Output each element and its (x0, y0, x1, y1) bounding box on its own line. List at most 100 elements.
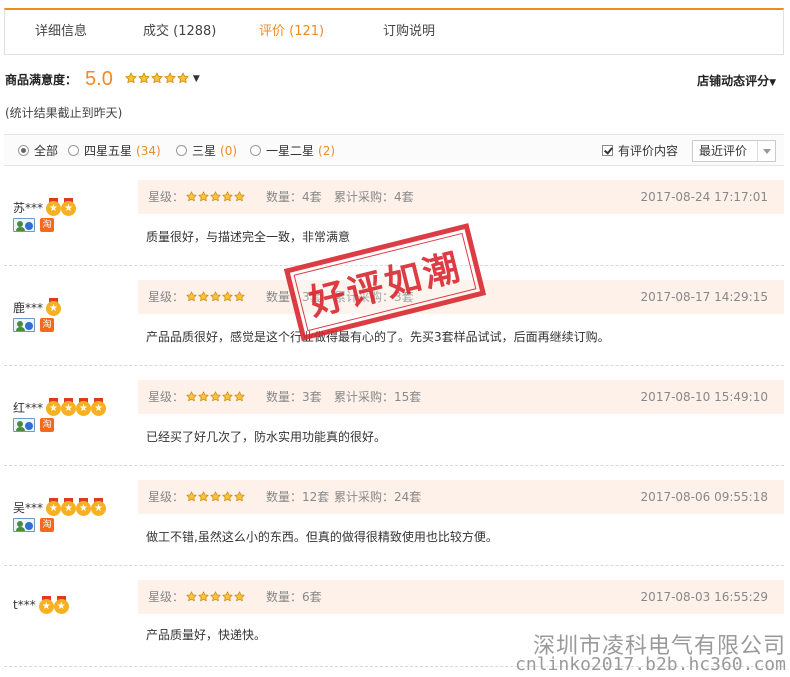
satisfaction-row: 商品满意度： 5.0 ▼ (5, 66, 200, 92)
buyer-level-medal-icon: ★ (76, 498, 92, 516)
tab-bar: 详细信息 成交 (1288) 评价 (121) 订购说明 (4, 8, 784, 55)
shop-rating-label: 店铺动态评分 (697, 74, 770, 88)
star-label: 星级： (148, 290, 185, 304)
buyer-level-medal-icon: ★ (46, 398, 62, 416)
verified-buyer-icon (13, 518, 35, 532)
filter-label: 三星 (192, 144, 217, 158)
filter-label: 四星五星 (84, 144, 133, 158)
review-content: 产品质量好，快递快。 (146, 628, 267, 642)
filter-count: (34) (136, 143, 161, 158)
star-icon (198, 291, 210, 305)
radio-selected-icon[interactable] (18, 145, 29, 156)
sort-label: 最近评价 (699, 144, 748, 158)
reviewer-name: 苏*** (13, 200, 44, 215)
taobao-icon: 淘 (40, 318, 54, 332)
reviewer: 吴*** ★ ★ ★ ★ 淘 (13, 498, 107, 532)
star-icon (234, 391, 246, 405)
review-total-purchase: 累计采购：15套 (334, 390, 422, 404)
star-icon (234, 291, 246, 305)
star-icon (234, 491, 246, 505)
has-content-label: 有评价内容 (618, 144, 679, 158)
star-icon (186, 191, 198, 205)
star-label: 星级： (148, 590, 185, 604)
star-icon (210, 591, 222, 605)
tab-details[interactable]: 详细信息 (35, 10, 87, 55)
star-icon (210, 391, 222, 405)
star-icon (186, 391, 198, 405)
filter-one-two-star[interactable]: 一星二星 (2) (250, 135, 335, 166)
star-icon (186, 591, 198, 605)
tab-transactions[interactable]: 成交 (1288) (143, 10, 216, 55)
review-total-purchase: 累计采购：24套 (334, 490, 422, 504)
filter-four-five-star[interactable]: 四星五星 (34) (68, 135, 161, 166)
star-icon (210, 491, 222, 505)
review-quantity: 数量：3套 (266, 390, 322, 404)
reviewer: 苏*** ★ ★ 淘 (13, 198, 77, 232)
review-stars (186, 491, 246, 505)
star-icon (186, 291, 198, 305)
filter-bar: 全部 四星五星 (34) 三星 (0) 一星二星 (2) 有评价内容 最近评价 (4, 134, 784, 166)
reviewer-name: 吴*** (13, 500, 44, 515)
caret-down-icon: ▼ (769, 78, 776, 88)
review-content: 产品品质很好，感觉是这个行业做得最有心的了。先买3套样品试试，后面再继续订购。 (146, 330, 610, 344)
satisfaction-stars (125, 72, 190, 87)
filter-three-star[interactable]: 三星 (0) (176, 135, 237, 166)
review-quantity: 数量：12套 (266, 490, 330, 504)
satisfaction-label: 商品满意度： (5, 72, 78, 87)
star-icon (210, 191, 222, 205)
radio-icon[interactable] (176, 145, 187, 156)
star-icon (234, 591, 246, 605)
tab-reviews[interactable]: 评价 (121) (259, 10, 324, 55)
reviewer-name: 红*** (13, 400, 44, 415)
star-icon (198, 391, 210, 405)
review-meta: 星级： 数量：12套 累计采购：24套 2017-08-06 09:55:18 (138, 480, 784, 514)
filter-all[interactable]: 全部 (18, 135, 58, 166)
star-icon (222, 191, 234, 205)
review-meta: 星级： 数量：4套 累计采购：4套 2017-08-24 17:17:01 (138, 180, 784, 214)
review-time: 2017-08-03 16:55:29 (640, 590, 768, 604)
filter-label: 全部 (34, 144, 59, 158)
review-stars (186, 291, 246, 305)
buyer-level-medal-icon: ★ (46, 198, 62, 216)
star-icon (198, 491, 210, 505)
checkbox-checked-icon[interactable] (602, 145, 613, 156)
review-meta: 星级： 数量：3套 累计采购：15套 2017-08-10 15:49:10 (138, 380, 784, 414)
buyer-level-medal-icon: ★ (91, 398, 107, 416)
buyer-level-medal-icon: ★ (61, 498, 77, 516)
star-icon (138, 72, 151, 87)
filter-count: (0) (220, 143, 238, 158)
buyer-level-medal-icon: ★ (46, 298, 62, 316)
review-time: 2017-08-24 17:17:01 (640, 190, 768, 204)
caret-down-icon[interactable]: ▼ (193, 74, 200, 84)
verified-buyer-icon (13, 218, 35, 232)
star-icon (222, 591, 234, 605)
radio-icon[interactable] (68, 145, 79, 156)
has-content-checkbox[interactable]: 有评价内容 (602, 135, 678, 166)
review-time: 2017-08-10 15:49:10 (640, 390, 768, 404)
chevron-down-icon[interactable] (757, 141, 775, 161)
review-content: 做工不错,虽然这么小的东西。但真的做得很精致使用也比较方便。 (146, 530, 498, 544)
review-content: 已经买了好几次了，防水实用功能真的很好。 (146, 430, 387, 444)
star-icon (198, 591, 210, 605)
star-icon (198, 191, 210, 205)
buyer-level-medal-icon: ★ (46, 498, 62, 516)
star-icon (234, 191, 246, 205)
star-icon (186, 491, 198, 505)
review-item: 吴*** ★ ★ ★ ★ 淘星级： 数量：12套 累计采购：24套 2017-08-06 09:… (4, 466, 784, 566)
reviewer: 鹿*** ★ 淘 (13, 298, 62, 332)
reviewer-name: 鹿*** (13, 300, 44, 315)
star-icon (222, 291, 234, 305)
review-quantity: 数量：6套 (266, 590, 322, 604)
filter-label: 一星二星 (266, 144, 315, 158)
tab-order-instructions[interactable]: 订购说明 (383, 10, 435, 55)
buyer-level-medal-icon: ★ (76, 398, 92, 416)
review-stars (186, 191, 246, 205)
star-icon (222, 391, 234, 405)
shop-rating-dropdown[interactable]: 店铺动态评分▼ (697, 72, 776, 89)
taobao-icon: 淘 (40, 518, 54, 532)
verified-buyer-icon (13, 318, 35, 332)
review-time: 2017-08-17 14:29:15 (640, 290, 768, 304)
star-label: 星级： (148, 490, 185, 504)
radio-icon[interactable] (250, 145, 261, 156)
sort-select[interactable]: 最近评价 (692, 140, 776, 162)
